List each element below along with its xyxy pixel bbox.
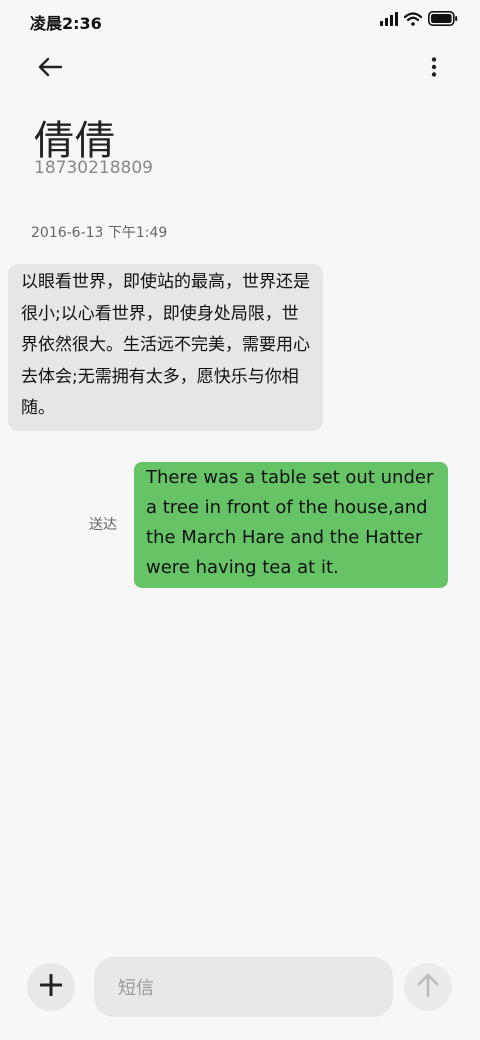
send-button[interactable] xyxy=(404,963,452,1011)
arrow-up-icon xyxy=(417,972,439,1002)
arrow-left-icon xyxy=(37,57,63,81)
signal-icon xyxy=(380,11,398,26)
message-input[interactable]: 短信 xyxy=(94,957,393,1017)
delivery-status: 送达 xyxy=(89,517,117,533)
status-icons xyxy=(380,11,458,26)
contact-number: 18730218809 xyxy=(34,158,153,178)
plus-icon xyxy=(39,973,63,1000)
more-options-button[interactable] xyxy=(422,52,446,86)
more-vertical-icon xyxy=(431,57,437,81)
wifi-icon xyxy=(404,11,422,26)
incoming-message-bubble[interactable]: 以眼看世界，即使站的最高，世界还是很小;以心看世界，即使身处局限，世界依然很大。… xyxy=(8,264,323,431)
battery-icon xyxy=(428,11,458,26)
outgoing-message-bubble[interactable]: There was a table set out under a tree i… xyxy=(134,462,448,588)
status-time: 凌晨2:36 xyxy=(30,14,102,33)
status-bar: 凌晨2:36 xyxy=(0,0,480,42)
back-button[interactable] xyxy=(30,52,70,86)
message-input-placeholder: 短信 xyxy=(118,978,154,999)
add-attachment-button[interactable] xyxy=(27,963,75,1011)
message-timestamp: 2016-6-13 下午1:49 xyxy=(31,225,168,241)
